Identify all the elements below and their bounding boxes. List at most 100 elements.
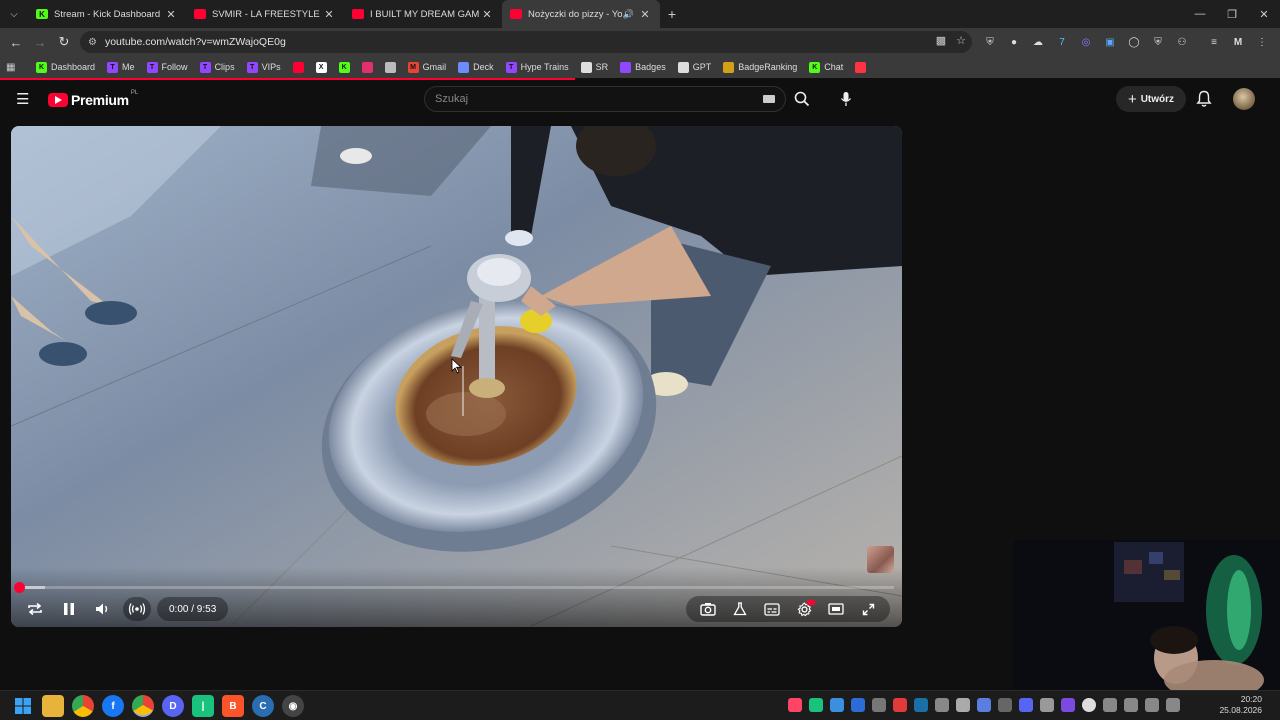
tray-hex-icon[interactable] xyxy=(1040,698,1054,712)
shield2-extension-icon[interactable]: ⛨ xyxy=(1150,34,1166,50)
tray-network-icon[interactable] xyxy=(1145,698,1159,712)
subtitles-button[interactable] xyxy=(758,596,786,622)
bookmark-item[interactable]: T VIPs xyxy=(246,61,281,73)
search-input[interactable] xyxy=(435,93,763,105)
profile-letter-icon[interactable]: M xyxy=(1230,34,1246,50)
bookmark-item[interactable]: M Gmail xyxy=(407,61,446,73)
browser-tab[interactable]: Nożyczki do pizzy - YouTube🔊 ✕ xyxy=(502,0,660,28)
tray-green-icon[interactable] xyxy=(809,698,823,712)
tray-grid-icon[interactable] xyxy=(1061,698,1075,712)
reload-button[interactable]: ↻ xyxy=(52,28,76,56)
tray-chevron-icon[interactable] xyxy=(998,698,1012,712)
windows-start-icon[interactable] xyxy=(12,695,34,717)
tray-window-icon[interactable] xyxy=(956,698,970,712)
video-player[interactable]: 0:00 / 9:53 xyxy=(11,126,902,627)
tray-app-icon[interactable] xyxy=(851,698,865,712)
tray-drop-icon[interactable] xyxy=(977,698,991,712)
tray-shield-icon[interactable] xyxy=(893,698,907,712)
tray-monitor-icon[interactable] xyxy=(872,698,886,712)
browser-menu-icon[interactable]: ⋮ xyxy=(1254,34,1270,50)
bookmark-item[interactable]: K Chat xyxy=(809,61,843,73)
bookmark-item[interactable] xyxy=(384,61,400,73)
progress-bar[interactable] xyxy=(14,582,894,593)
loop-button[interactable] xyxy=(21,596,49,622)
tab-close-icon[interactable]: ✕ xyxy=(322,8,336,21)
shield-extension-icon[interactable]: ⛨ xyxy=(982,34,998,50)
forward-button[interactable]: → xyxy=(28,28,52,56)
screenshot-button[interactable] xyxy=(694,596,722,622)
brave-icon[interactable]: B xyxy=(222,695,244,717)
bookmark-item[interactable]: GPT xyxy=(677,61,711,73)
obs-icon[interactable]: ◉ xyxy=(282,695,304,717)
tray-obs-icon[interactable] xyxy=(1082,698,1096,712)
tray-pin-icon[interactable] xyxy=(788,698,802,712)
bookmark-item[interactable]: T Me xyxy=(107,61,135,73)
address-bar[interactable]: ⚙ youtube.com/watch?v=wmZWajoQE0g ▩ ☆ xyxy=(80,31,972,53)
taskbar-clock[interactable]: 20:20 25.08.2026 xyxy=(1208,694,1262,716)
bookmark-item[interactable]: T Follow xyxy=(146,61,188,73)
fullscreen-button[interactable] xyxy=(854,596,882,622)
bookmark-item[interactable]: X xyxy=(315,61,331,73)
pause-button[interactable] xyxy=(55,596,83,622)
youtube-logo[interactable]: Premium PL xyxy=(48,90,138,108)
settings-button[interactable] xyxy=(790,596,818,622)
screenshot-extension-icon[interactable]: ▣ xyxy=(1102,34,1118,50)
tray-mic-icon[interactable] xyxy=(1124,698,1138,712)
discord-icon[interactable]: D xyxy=(162,695,184,717)
keyboard-icon[interactable] xyxy=(763,95,775,103)
tab-close-icon[interactable]: ✕ xyxy=(480,8,494,21)
bookmark-item[interactable]: T Clips xyxy=(199,61,235,73)
tab-close-icon[interactable]: ✕ xyxy=(638,8,652,21)
apps-grid-icon[interactable]: ▦ xyxy=(6,62,20,73)
circle-extension-icon[interactable]: ◎ xyxy=(1078,34,1094,50)
new-tab-button[interactable]: + xyxy=(660,6,684,22)
minimize-icon[interactable]: — xyxy=(1184,0,1216,28)
close-window-icon[interactable]: ✕ xyxy=(1248,0,1280,28)
tab-audio-icon[interactable]: 🔊 xyxy=(623,9,634,20)
tab-search-icon[interactable]: ⌵ xyxy=(0,0,28,28)
tray-arrow-icon[interactable] xyxy=(935,698,949,712)
puzzle-extensions-icon[interactable]: ⚇ xyxy=(1174,34,1190,50)
badge-extension-icon[interactable]: ◯ xyxy=(1126,34,1142,50)
chrome-icon[interactable] xyxy=(72,695,94,717)
drop-extension-icon[interactable]: ● xyxy=(1006,34,1022,50)
tray-volume-icon[interactable] xyxy=(1166,698,1180,712)
bookmark-item[interactable]: Badges xyxy=(620,61,666,73)
back-button[interactable]: ← xyxy=(4,28,28,56)
browser-tab[interactable]: I BUILT MY DREAM GAMING RO✕ xyxy=(344,0,502,28)
bookmark-item[interactable]: SR xyxy=(580,61,608,73)
install-app-icon[interactable]: ▩ xyxy=(936,34,946,47)
bookmark-item[interactable]: T Hype Trains xyxy=(505,61,569,73)
mute-button[interactable] xyxy=(89,596,117,622)
browser-tab[interactable]: K Stream - Kick Dashboard ✕ xyxy=(28,0,186,28)
cloud-extension-icon[interactable]: ☁ xyxy=(1030,34,1046,50)
ambient-mode-button[interactable] xyxy=(123,597,151,621)
bookmark-item[interactable] xyxy=(855,61,870,73)
search-button[interactable] xyxy=(788,86,816,112)
account-avatar[interactable] xyxy=(1233,88,1255,110)
ccleaner-icon[interactable]: C xyxy=(252,695,274,717)
file-explorer-icon[interactable] xyxy=(42,695,64,717)
bookmark-star-icon[interactable]: ☆ xyxy=(956,34,966,47)
create-button[interactable]: + Utwórz xyxy=(1116,86,1186,112)
progress-scrubber[interactable] xyxy=(14,582,25,593)
audio-app-icon[interactable]: | xyxy=(192,695,214,717)
bookmark-item[interactable] xyxy=(292,61,308,73)
tray-blue-icon[interactable] xyxy=(830,698,844,712)
tray-battery-icon[interactable] xyxy=(1103,698,1117,712)
chrome-active-icon[interactable] xyxy=(132,695,154,717)
bookmark-item[interactable]: K Dashboard xyxy=(36,61,95,73)
facebook-icon[interactable]: f xyxy=(102,695,124,717)
bookmark-item[interactable]: BadgeRanking xyxy=(723,61,797,73)
theater-mode-button[interactable] xyxy=(822,596,850,622)
guide-menu-icon[interactable]: ☰ xyxy=(16,90,32,108)
bookmark-item[interactable]: K xyxy=(338,61,354,73)
tab-close-icon[interactable]: ✕ xyxy=(164,8,178,21)
seven-tv-extension-icon[interactable]: 7 xyxy=(1054,34,1070,50)
bookmark-item[interactable]: Deck xyxy=(458,61,494,73)
site-info-icon[interactable]: ⚙ xyxy=(88,37,97,48)
voice-search-button[interactable] xyxy=(832,86,860,112)
tray-discord-icon[interactable] xyxy=(1019,698,1033,712)
browser-tab[interactable]: SVMIR - LA FREESTYLE - YouTube✕ xyxy=(186,0,344,28)
restore-icon[interactable]: ❐ xyxy=(1216,0,1248,28)
